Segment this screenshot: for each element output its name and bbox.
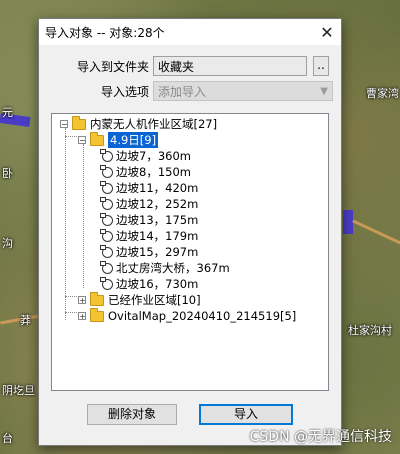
tree-node-date-folder[interactable]: − 4.9日[9]	[78, 131, 159, 148]
tree-item-label: 边坡16，730m	[116, 277, 199, 291]
tree-item[interactable]: 边坡7，360m	[100, 148, 191, 164]
map-label: 莽	[20, 314, 31, 327]
tree-guide	[65, 136, 77, 137]
tree-node-root[interactable]: − 内蒙无人机作业区域[27]	[60, 115, 218, 132]
route-icon	[100, 244, 113, 258]
map-label: 台	[2, 432, 13, 445]
folder-icon	[90, 291, 104, 306]
folder-icon	[90, 131, 104, 146]
option-row: 导入选项 添加导入 ▼	[39, 81, 333, 101]
tree-item-label: 边坡14，179m	[116, 229, 199, 243]
tree-item[interactable]: 边坡16，730m	[100, 276, 199, 292]
route-icon	[100, 212, 113, 226]
watermark: CSDN @无界通信科技	[249, 429, 392, 445]
tree-guide	[65, 312, 77, 313]
map-label: 卧	[2, 167, 13, 180]
folder-icon	[72, 115, 86, 130]
tree-item-label: 边坡11，420m	[116, 181, 199, 195]
route-icon	[100, 228, 113, 242]
route-icon	[100, 164, 113, 178]
tree-item-label: 边坡12，252m	[116, 197, 199, 211]
tree-item[interactable]: 北丈房湾大桥，367m	[100, 260, 230, 276]
map-label: 元	[2, 106, 13, 119]
import-button[interactable]: 导入	[199, 404, 293, 425]
tree-node-label: 内蒙无人机作业区域[27]	[90, 117, 218, 131]
tree-node-label: 4.9日[9]	[108, 132, 159, 148]
route-icon	[100, 276, 113, 290]
tree-node-ovitalmap[interactable]: + OvitalMap_20240410_214519[5]	[78, 307, 297, 324]
tree-node-worked-area[interactable]: + 已经作业区域[10]	[78, 291, 201, 308]
folder-row: 导入到文件夹 收藏夹 ..	[39, 56, 329, 76]
expand-icon[interactable]: +	[78, 296, 86, 305]
tree-item[interactable]: 边坡15，297m	[100, 244, 199, 260]
dialog-titlebar[interactable]: 导入对象 -- 对象:28个 ✕	[39, 19, 341, 45]
folder-icon	[90, 307, 104, 322]
import-dialog: 导入对象 -- 对象:28个 ✕ 导入到文件夹 收藏夹 .. 导入选项 添加导入…	[38, 18, 342, 446]
chevron-down-icon: ▼	[320, 85, 328, 97]
option-label: 导入选项	[100, 84, 149, 99]
tree-item[interactable]: 边坡11，420m	[100, 180, 199, 196]
tree-item-label: 边坡15，297m	[116, 245, 199, 259]
map-label: 沟	[2, 237, 13, 250]
option-value: 添加导入	[158, 84, 207, 99]
route-icon	[100, 260, 113, 274]
tree-item-label: 北丈房湾大桥，367m	[116, 261, 230, 275]
route-icon	[100, 180, 113, 194]
tree-item[interactable]: 边坡14，179m	[100, 228, 199, 244]
folder-input[interactable]: 收藏夹	[153, 56, 307, 76]
map-label: 曹家湾	[366, 87, 399, 100]
tree-item-label: 边坡7，360m	[116, 149, 191, 163]
tree-guide	[65, 296, 77, 297]
tree-item-label: 边坡13，175m	[116, 213, 199, 227]
map-label: 阴圪旦	[2, 384, 35, 397]
delete-object-button[interactable]: 删除对象	[87, 404, 177, 425]
tree-item[interactable]: 边坡12，252m	[100, 196, 199, 212]
collapse-icon[interactable]: −	[78, 136, 86, 145]
browse-button[interactable]: ..	[313, 56, 329, 76]
map-label: 杜家沟村	[348, 324, 392, 337]
folder-label: 导入到文件夹	[76, 59, 149, 74]
tree-item[interactable]: 边坡8，150m	[100, 164, 191, 180]
object-tree[interactable]: − 内蒙无人机作业区域[27] − 4.9日[9] 边坡7，360m 边坡8，1…	[51, 113, 329, 391]
tree-node-label: 已经作业区域[10]	[108, 293, 201, 307]
route-icon	[100, 148, 113, 162]
tree-node-label: OvitalMap_20240410_214519[5]	[108, 309, 297, 323]
tree-guide	[83, 144, 84, 288]
tree-guide	[65, 128, 66, 320]
close-icon[interactable]: ✕	[313, 23, 341, 42]
route-icon	[100, 196, 113, 210]
option-select: 添加导入 ▼	[153, 81, 333, 101]
expand-icon[interactable]: +	[78, 312, 86, 321]
tree-item[interactable]: 边坡13，175m	[100, 212, 199, 228]
collapse-icon[interactable]: −	[60, 120, 68, 129]
tree-item-label: 边坡8，150m	[116, 165, 191, 179]
dialog-title: 导入对象 -- 对象:28个	[45, 25, 165, 40]
